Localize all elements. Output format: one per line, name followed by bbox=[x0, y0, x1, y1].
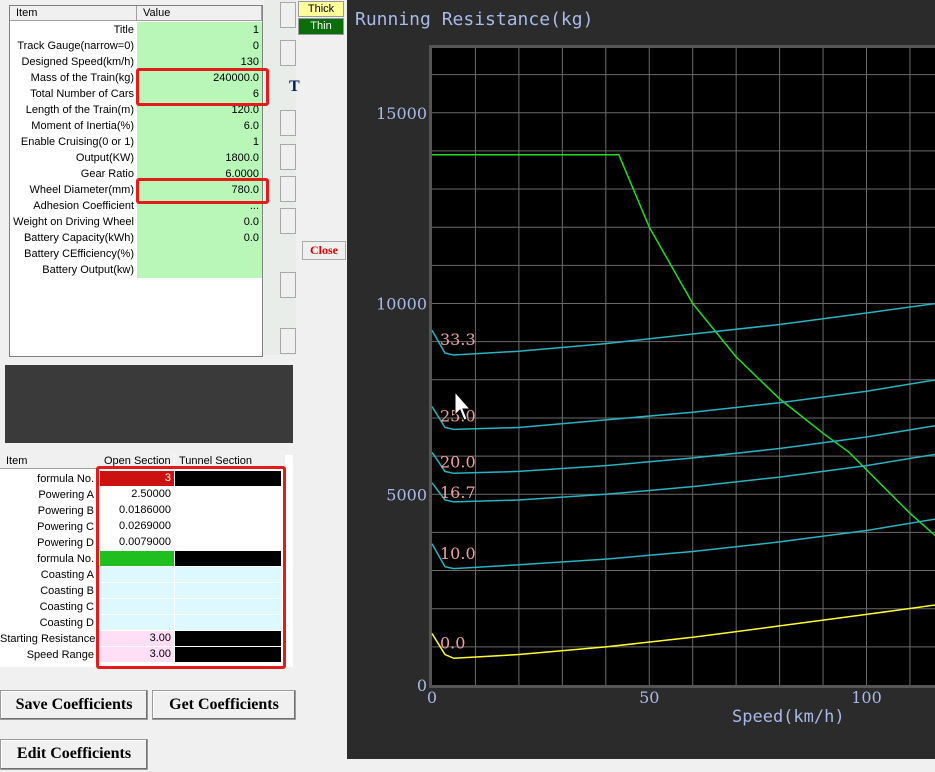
y-tick-label: 5000 bbox=[386, 485, 427, 504]
coef-label: formula No. bbox=[37, 553, 94, 565]
param-label: Battery Output(kw) bbox=[10, 262, 136, 278]
y-tick-label: 15000 bbox=[376, 104, 427, 123]
x-tick-label: 0 bbox=[427, 688, 437, 707]
status-panel bbox=[5, 365, 293, 443]
param-label: Title bbox=[10, 22, 136, 38]
param-row[interactable]: Battery CEfficiency(%) bbox=[10, 246, 262, 262]
side-button-8[interactable] bbox=[280, 328, 296, 354]
coef-label: Powering C bbox=[37, 521, 94, 533]
thin-line-button[interactable]: Thin bbox=[298, 18, 344, 35]
param-label: Adhesion Coefficient bbox=[10, 198, 136, 214]
side-button-3[interactable] bbox=[280, 110, 296, 136]
running-resistance-chart: Running Resistance(kg) 0 5000 10000 15000 0 5… bbox=[355, 9, 935, 727]
param-row[interactable]: Battery Capacity(kWh) 0.0 bbox=[10, 230, 262, 246]
param-row[interactable]: Track Gauge(narrow=0) 0 bbox=[10, 38, 262, 54]
x-axis-label: Speed(km/h) bbox=[732, 707, 845, 727]
chart-title: Running Resistance(kg) bbox=[355, 9, 593, 30]
param-label: Weight on Driving Wheel bbox=[10, 214, 136, 230]
coef-label: Coasting C bbox=[39, 601, 94, 613]
close-button[interactable]: Close bbox=[302, 241, 346, 260]
param-row[interactable]: Enable Cruising(0 or 1) 1 bbox=[10, 134, 262, 150]
param-label: Designed Speed(km/h) bbox=[10, 54, 136, 70]
param-label: Mass of the Train(kg) bbox=[10, 70, 136, 86]
chart-window: Running Resistance(kg) 0 5000 10000 15000 0 5… bbox=[347, 0, 935, 759]
param-row[interactable]: Weight on Driving Wheel 0.0 bbox=[10, 214, 262, 230]
param-value-cell[interactable]: 6.0 bbox=[137, 118, 262, 134]
side-button-6[interactable] bbox=[280, 208, 296, 234]
x-tick-label: 100 bbox=[851, 688, 882, 707]
thick-line-button[interactable]: Thick bbox=[298, 1, 344, 17]
param-label: Output(KW) bbox=[10, 150, 136, 166]
param-label: Wheel Diameter(mm) bbox=[10, 182, 136, 198]
save-coefficients-button[interactable]: Save Coefficients bbox=[0, 690, 148, 720]
param-value-cell[interactable]: 1800.0 bbox=[137, 150, 262, 166]
param-label: Moment of Inertia(%) bbox=[10, 118, 136, 134]
series-label: 33.3 bbox=[440, 330, 476, 349]
side-button-4[interactable] bbox=[280, 144, 296, 170]
param-row[interactable]: Title 1 bbox=[10, 22, 262, 38]
coef-label: Speed Range bbox=[26, 649, 94, 661]
coef-label: Coasting A bbox=[40, 569, 94, 581]
param-value-cell[interactable] bbox=[137, 262, 262, 278]
column-header-item[interactable]: Item bbox=[0, 455, 100, 469]
param-value-cell[interactable]: 0.0 bbox=[137, 214, 262, 230]
side-button-1[interactable] bbox=[280, 2, 296, 28]
x-tick-label: 50 bbox=[639, 688, 659, 707]
side-button-7[interactable] bbox=[280, 272, 296, 298]
get-coefficients-button[interactable]: Get Coefficients bbox=[152, 690, 296, 720]
column-header-value[interactable]: Value bbox=[137, 6, 262, 21]
highlight-mass-cars bbox=[136, 68, 269, 106]
param-label: Battery CEfficiency(%) bbox=[10, 246, 136, 262]
coef-label: Starting Resistance bbox=[0, 633, 96, 645]
plot-area bbox=[432, 48, 935, 685]
column-header-item[interactable]: Item bbox=[10, 6, 137, 21]
side-button-5[interactable] bbox=[280, 176, 296, 202]
series-label: 10.0 bbox=[440, 544, 476, 563]
coef-label: formula No. bbox=[37, 473, 94, 485]
series-label: 16.7 bbox=[440, 483, 476, 502]
coef-label: Powering A bbox=[38, 489, 94, 501]
truncated-button-label: T bbox=[289, 78, 300, 95]
param-value-cell[interactable]: 0 bbox=[137, 38, 262, 54]
y-tick-label: 10000 bbox=[376, 295, 427, 314]
highlight-coefficients bbox=[96, 466, 286, 669]
param-row[interactable]: Moment of Inertia(%) 6.0 bbox=[10, 118, 262, 134]
param-label: Battery Capacity(kWh) bbox=[10, 230, 136, 246]
param-value-cell[interactable]: 1 bbox=[137, 22, 262, 38]
highlight-wheel-diameter bbox=[136, 178, 269, 204]
param-value-cell[interactable]: 1 bbox=[137, 134, 262, 150]
param-row[interactable]: Battery Output(kw) bbox=[10, 262, 262, 278]
param-value-cell[interactable]: 0.0 bbox=[137, 230, 262, 246]
param-label: Total Number of Cars bbox=[10, 86, 136, 102]
param-label: Track Gauge(narrow=0) bbox=[10, 38, 136, 54]
param-label: Length of the Train(m) bbox=[10, 102, 136, 118]
param-value-cell[interactable] bbox=[137, 246, 262, 262]
side-button-2[interactable] bbox=[280, 40, 296, 66]
series-label: 20.0 bbox=[440, 452, 476, 471]
coef-label: Coasting D bbox=[39, 617, 94, 629]
y-tick-label: 0 bbox=[417, 676, 427, 695]
series-label: 0.0 bbox=[440, 633, 465, 652]
param-label: Enable Cruising(0 or 1) bbox=[10, 134, 136, 150]
coef-label: Powering D bbox=[37, 537, 94, 549]
parameter-grid-header: Item Value bbox=[10, 6, 262, 21]
coef-label: Powering B bbox=[37, 505, 94, 517]
edit-coefficients-button[interactable]: Edit Coefficients bbox=[0, 739, 148, 770]
param-label: Gear Ratio bbox=[10, 166, 136, 182]
param-row[interactable]: Output(KW) 1800.0 bbox=[10, 150, 262, 166]
coef-label: Coasting B bbox=[40, 585, 94, 597]
